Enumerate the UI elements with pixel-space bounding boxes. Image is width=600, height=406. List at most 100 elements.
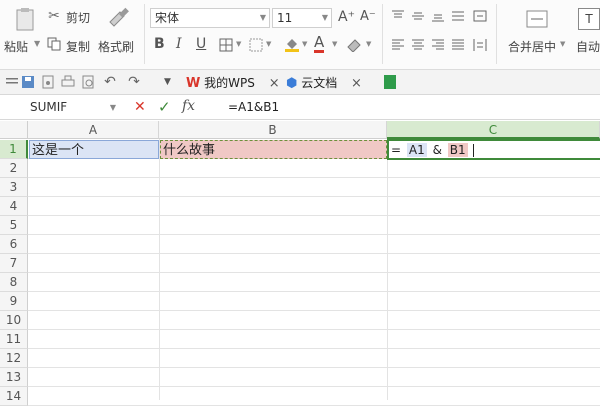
- insert-function-icon[interactable]: fx: [182, 98, 195, 114]
- cloud-docs-icon: ⬢: [286, 76, 298, 91]
- ribbon-divider: [496, 4, 497, 64]
- shrink-font-button[interactable]: A⁻: [360, 9, 376, 24]
- align-top-icon[interactable]: [390, 8, 406, 24]
- border-icon[interactable]: [218, 37, 234, 53]
- formula-reference-a1: A1: [406, 143, 427, 157]
- align-center-icon[interactable]: [410, 37, 426, 53]
- formula-reference-b1: B1: [447, 143, 468, 157]
- cell-a1[interactable]: 这是一个: [29, 140, 159, 159]
- row-header[interactable]: 12: [0, 349, 28, 368]
- select-all-corner[interactable]: [0, 121, 28, 139]
- paste-dropdown-icon[interactable]: ▼: [34, 39, 40, 48]
- row-header[interactable]: 13: [0, 368, 28, 387]
- row-header[interactable]: 1: [0, 140, 28, 159]
- row-gridline: [28, 386, 600, 387]
- spreadsheet-grid: A B C 1 2 3 4 5 6 7 8 9 10 11 12 13 14 这是一个 什么故事 = A1…: [0, 121, 600, 406]
- italic-button[interactable]: I: [176, 36, 182, 52]
- fill-color-icon[interactable]: [284, 36, 300, 52]
- underline-button[interactable]: U: [196, 36, 206, 52]
- paste-button[interactable]: 粘贴: [4, 38, 28, 55]
- align-bottom-icon[interactable]: [430, 8, 446, 24]
- auto-wrap-button[interactable]: 自动: [576, 38, 600, 55]
- name-box-value: SUMIF: [30, 100, 68, 114]
- cut-button[interactable]: 剪切: [66, 9, 90, 26]
- formula-input[interactable]: =A1&B1: [228, 100, 279, 114]
- export-pdf-icon[interactable]: [40, 74, 56, 90]
- align-middle-icon[interactable]: [410, 8, 426, 24]
- customize-dropdown-icon[interactable]: ▼: [164, 77, 171, 87]
- font-size-value: 11: [277, 11, 293, 25]
- print-preview-icon[interactable]: [80, 74, 96, 90]
- eraser-icon[interactable]: [346, 36, 362, 52]
- rotate-text-icon[interactable]: [450, 8, 466, 24]
- wps-logo-icon: W: [186, 76, 201, 91]
- row-header[interactable]: 6: [0, 235, 28, 254]
- cancel-icon[interactable]: ✕: [134, 99, 146, 115]
- ribbon-divider: [144, 4, 145, 64]
- font-color-button[interactable]: A: [314, 34, 325, 53]
- tab-label: 我的WPS: [204, 76, 255, 90]
- formula-equals: =: [391, 143, 402, 157]
- font-size-select[interactable]: 11 ▼: [272, 8, 332, 28]
- row-header[interactable]: 7: [0, 254, 28, 273]
- print-icon[interactable]: [60, 74, 76, 90]
- row-header[interactable]: 10: [0, 311, 28, 330]
- grow-font-button[interactable]: A⁺: [338, 9, 355, 25]
- row-header[interactable]: 11: [0, 330, 28, 349]
- column-header-c[interactable]: C: [387, 121, 600, 139]
- format-painter-icon[interactable]: [104, 6, 130, 32]
- align-left-icon[interactable]: [390, 37, 406, 53]
- row-header[interactable]: 3: [0, 178, 28, 197]
- indent-icon[interactable]: [472, 8, 488, 24]
- copy-button[interactable]: 复制: [66, 38, 90, 55]
- scissors-icon[interactable]: ✂: [46, 8, 62, 24]
- save-icon[interactable]: [20, 74, 36, 90]
- formula-bar: SUMIF ▼ ✕ ✓ fx =A1&B1: [0, 95, 600, 120]
- row-header[interactable]: 8: [0, 273, 28, 292]
- copy-icon[interactable]: [46, 36, 62, 52]
- font-name-select[interactable]: 宋体 ▼: [150, 8, 270, 28]
- text-cursor: [473, 144, 475, 157]
- chevron-down-icon[interactable]: ▼: [560, 40, 565, 48]
- cell-style-icon[interactable]: [248, 37, 264, 53]
- row-header[interactable]: 9: [0, 292, 28, 311]
- row-gridline: [28, 329, 600, 330]
- column-header-a[interactable]: A: [28, 121, 159, 139]
- merge-center-icon[interactable]: [526, 8, 548, 30]
- chevron-down-icon[interactable]: ▼: [332, 40, 337, 48]
- row-gridline: [28, 196, 600, 197]
- column-header-b[interactable]: B: [159, 121, 387, 139]
- spreadsheet-tab-icon[interactable]: [384, 75, 396, 89]
- align-right-icon[interactable]: [430, 37, 446, 53]
- wrap-text-icon[interactable]: T: [578, 8, 600, 30]
- row-header[interactable]: 2: [0, 159, 28, 178]
- chevron-down-icon[interactable]: ▼: [366, 40, 371, 48]
- row-gridline: [28, 177, 600, 178]
- format-painter-button[interactable]: 格式刷: [98, 38, 134, 55]
- chevron-down-icon: ▼: [259, 13, 266, 22]
- cell-c1-editor[interactable]: = A1 & B1: [387, 139, 600, 160]
- menu-icon[interactable]: [4, 74, 20, 90]
- row-header[interactable]: 14: [0, 387, 28, 406]
- justify-icon[interactable]: [450, 37, 466, 53]
- row-gridline: [28, 348, 600, 349]
- tab-my-wps[interactable]: W 我的WPS ×: [186, 72, 280, 94]
- row-header[interactable]: 4: [0, 197, 28, 216]
- name-box[interactable]: SUMIF ▼: [4, 98, 120, 117]
- enter-icon[interactable]: ✓: [158, 98, 171, 116]
- row-header[interactable]: 5: [0, 216, 28, 235]
- redo-icon[interactable]: ↷: [126, 74, 142, 90]
- chevron-down-icon[interactable]: ▼: [266, 40, 271, 48]
- undo-icon[interactable]: ↶: [102, 74, 118, 90]
- distribute-icon[interactable]: [472, 37, 488, 53]
- merge-center-button[interactable]: 合并居中: [508, 38, 556, 55]
- tab-cloud-docs[interactable]: ⬢ 云文档 ×: [286, 72, 362, 94]
- chevron-down-icon[interactable]: ▼: [302, 40, 307, 48]
- close-icon[interactable]: ×: [351, 76, 362, 91]
- close-icon[interactable]: ×: [269, 76, 280, 91]
- chevron-down-icon[interactable]: ▼: [236, 40, 241, 48]
- bold-button[interactable]: B: [154, 36, 165, 52]
- row-gridline: [28, 310, 600, 311]
- paste-icon[interactable]: [12, 6, 38, 32]
- cell-b1[interactable]: 什么故事: [160, 140, 387, 159]
